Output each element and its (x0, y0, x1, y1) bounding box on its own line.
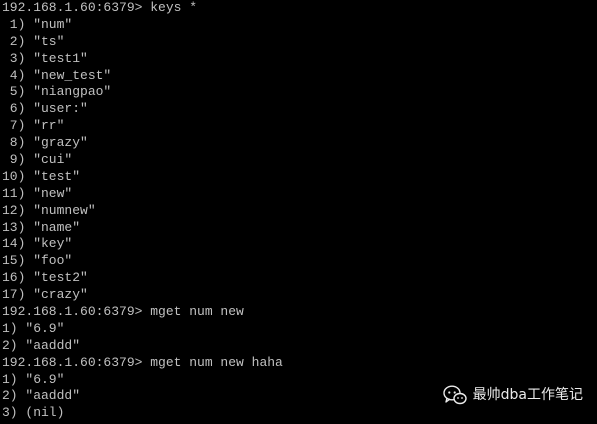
terminal-line: 15) "foo" (2, 253, 73, 269)
terminal-line: 192.168.1.60:6379> mget num new haha (2, 354, 283, 370)
terminal-line: 9) "cui" (2, 152, 73, 168)
terminal-line: 17) "crazy" (2, 287, 88, 303)
terminal-line: 3) "test1" (2, 50, 88, 66)
terminal-line: 2) "aaddd" (2, 337, 81, 353)
terminal-line: 12) "numnew" (2, 202, 96, 218)
terminal-line: 5) "niangpao" (2, 84, 112, 100)
terminal-line: 6) "user:" (2, 101, 88, 117)
terminal-line: 16) "test2" (2, 270, 88, 286)
terminal-line: 10) "test" (2, 168, 81, 184)
terminal-line: 192.168.1.60:6379> mget num new (2, 304, 244, 320)
terminal-line: 8) "grazy" (2, 135, 88, 151)
terminal-line: 3) (nil) (2, 405, 65, 421)
terminal-line: 192.168.1.60:6379> keys * (2, 0, 198, 15)
terminal-window[interactable]: 192.168.1.60:6379> keys * 1) "num" 2) "t… (0, 0, 597, 424)
wechat-bubble-icon (442, 384, 467, 406)
terminal-line: 1) "6.9" (2, 320, 65, 336)
terminal-line: 11) "new" (2, 185, 73, 201)
watermark: 最帅dba工作笔记 (442, 384, 583, 406)
terminal-line: 2) "ts" (2, 33, 65, 49)
terminal-line: 1) "num" (2, 16, 73, 32)
terminal-line: 13) "name" (2, 219, 81, 235)
terminal-line: 7) "rr" (2, 118, 65, 134)
terminal-line: 4) "new_test" (2, 67, 112, 83)
watermark-text: 最帅dba工作笔记 (472, 386, 583, 403)
terminal-line: 14) "key" (2, 236, 73, 252)
